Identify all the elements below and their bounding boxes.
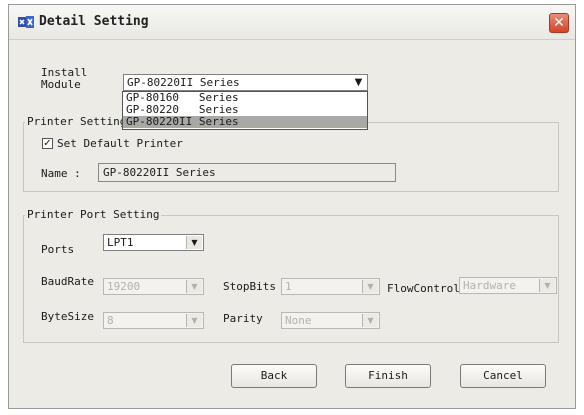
check-mark-icon: ✓ [43, 138, 52, 149]
detail-setting-dialog: Detail Setting ✕ Install Module GP-80220… [8, 4, 576, 409]
install-module-label-line2: Module [41, 78, 81, 91]
printer-wizard-icon [18, 16, 34, 28]
stopbits-value: 1 [285, 280, 292, 293]
bytesize-value: 8 [107, 314, 114, 327]
window-title: Detail Setting [39, 14, 149, 29]
flowcontrol-select[interactable]: Hardware ▼ [459, 277, 557, 294]
flowcontrol-value: Hardware [463, 279, 516, 292]
parity-value: None [285, 314, 312, 327]
close-icon: ✕ [553, 15, 565, 31]
cancel-button[interactable]: Cancel [460, 364, 546, 388]
title-bar[interactable]: Detail Setting ✕ [9, 5, 575, 40]
install-module-select[interactable]: GP-80220II Series ▼ [123, 74, 368, 91]
finish-button[interactable]: Finish [345, 364, 431, 388]
name-value: GP-80220II Series [103, 166, 216, 179]
ports-select[interactable]: LPT1 ▼ [103, 234, 204, 251]
ports-value: LPT1 [107, 236, 134, 249]
chevron-down-icon[interactable]: ▼ [186, 280, 202, 293]
stopbits-select[interactable]: 1 ▼ [281, 278, 380, 295]
install-module-value: GP-80220II Series [127, 76, 240, 89]
close-button[interactable]: ✕ [549, 13, 569, 33]
name-label: Name : [41, 167, 81, 180]
stopbits-label: StopBits [223, 280, 276, 293]
name-field[interactable]: GP-80220II Series [98, 163, 396, 182]
baudrate-label: BaudRate [41, 275, 94, 288]
set-default-printer-checkbox[interactable]: ✓ [42, 138, 53, 149]
parity-select[interactable]: None ▼ [281, 312, 380, 329]
parity-label: Parity [223, 312, 263, 325]
install-module-dropdown-list[interactable]: GP-80160 Series GP-80220 Series GP-80220… [122, 91, 368, 130]
chevron-down-icon[interactable]: ▼ [351, 76, 366, 89]
baudrate-value: 19200 [107, 280, 141, 293]
chevron-down-icon[interactable]: ▼ [362, 280, 378, 293]
bytesize-label: ByteSize [41, 310, 94, 323]
dropdown-option-selected[interactable]: GP-80220II Series [123, 116, 367, 128]
chevron-down-icon[interactable]: ▼ [186, 314, 202, 327]
chevron-down-icon[interactable]: ▼ [186, 236, 202, 249]
chevron-down-icon[interactable]: ▼ [362, 314, 378, 327]
baudrate-select[interactable]: 19200 ▼ [103, 278, 204, 295]
bytesize-select[interactable]: 8 ▼ [103, 312, 204, 329]
back-button[interactable]: Back [231, 364, 317, 388]
printer-port-setting-legend: Printer Port Setting [25, 208, 162, 221]
printer-setting-legend: Printer Setting [25, 115, 129, 128]
ports-label: Ports [41, 243, 75, 256]
flowcontrol-label: FlowControl [387, 282, 460, 295]
chevron-down-icon[interactable]: ▼ [539, 279, 555, 292]
set-default-printer-label: Set Default Printer [57, 137, 183, 150]
